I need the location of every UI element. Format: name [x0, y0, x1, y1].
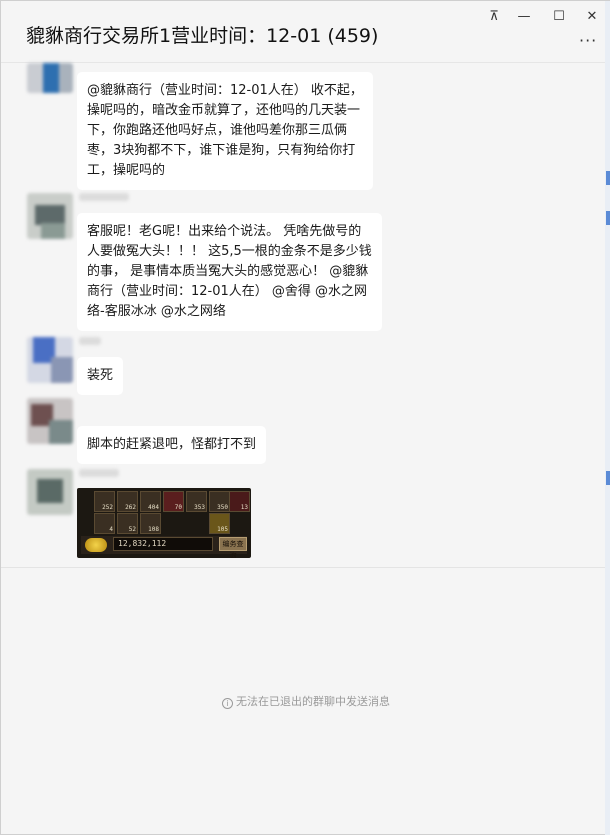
- message-text-line: 脚本的赶紧退吧，怪都打不到: [87, 437, 257, 452]
- sender-name: [79, 193, 129, 201]
- gold-query-button: 编务查询: [219, 537, 247, 558]
- more-options-icon[interactable]: ···: [579, 31, 597, 50]
- sender-name: [79, 337, 101, 345]
- message-text-line: 商行（营业时间：12-01人在） @舍得 @水之网: [87, 284, 368, 299]
- window-edge: [605, 1, 610, 835]
- message-text-line: 工，操呢吗的: [87, 163, 166, 178]
- message-text-line: 人要做冤大头！！！ 这5,5一根的金条不是多少钱: [87, 244, 372, 259]
- avatar[interactable]: [27, 469, 73, 515]
- inventory-slot: 350: [209, 491, 230, 512]
- title-bar: 貔貅商行交易所1营业时间：12-01 (459) ⊼ — ☐ ✕ ···: [1, 1, 609, 63]
- inventory-slot: 252: [94, 491, 115, 512]
- message-text-line: 络-客服冰冰 @水之网络: [87, 304, 226, 319]
- gold-coin-icon: [85, 538, 107, 552]
- close-button[interactable]: ✕: [575, 5, 609, 27]
- exited-group-notice: i 无法在已退出的群聊中发送消息: [1, 693, 610, 709]
- message-text-line: 的事， 是事情本质当冤大头的感觉恶心！ @貔貅: [87, 264, 369, 279]
- message-text-line: 装死: [87, 368, 114, 383]
- info-icon: i: [222, 698, 233, 709]
- chat-title: 貔貅商行交易所1营业时间：12-01 (459): [26, 25, 379, 47]
- inventory-slot: 108: [140, 513, 161, 534]
- gold-amount: 12,832,112: [113, 537, 213, 551]
- inventory-slot: 404: [140, 491, 161, 512]
- maximize-button[interactable]: ☐: [542, 5, 576, 27]
- message-text-line: 枣，3块狗都不下，谁下谁是狗，只有狗给你打: [87, 143, 356, 158]
- avatar[interactable]: [27, 193, 73, 239]
- message-text-line: 下，你跑路还他吗好点，谁他吗差你那三瓜俩: [87, 123, 348, 138]
- message-text-line: 操呢吗的，暗改金币就算了，还他吗的几天装一: [87, 103, 361, 118]
- input-divider: [1, 567, 605, 568]
- shared-image[interactable]: 252 262 404 70 353 350 13 4 52 108 105 1…: [77, 488, 251, 558]
- chat-window: 貔貅商行交易所1营业时间：12-01 (459) ⊼ — ☐ ✕ ··· @貔貅…: [0, 0, 610, 835]
- message-text-line: 客服呢！老G呢！出来给个说法。 凭啥先做号的: [87, 224, 362, 239]
- inventory-slot: 105: [209, 513, 230, 534]
- message-bubble[interactable]: 脚本的赶紧退吧，怪都打不到: [77, 426, 267, 464]
- minimize-button[interactable]: —: [507, 5, 541, 27]
- inventory-slot: 353: [186, 491, 207, 512]
- message-text-line: @貔貅商行（营业时间：12-01人在） 收不起，: [87, 83, 363, 98]
- message-bubble[interactable]: 客服呢！老G呢！出来给个说法。 凭啥先做号的 人要做冤大头！！！ 这5,5一根的…: [77, 213, 382, 331]
- inventory-slot: 13: [229, 491, 250, 512]
- avatar[interactable]: [27, 63, 73, 93]
- inventory-slot: 70: [163, 491, 184, 512]
- sender-name: [79, 469, 119, 477]
- gold-bar: 12,832,112 编务查询: [81, 536, 247, 558]
- message-list[interactable]: @貔貅商行（营业时间：12-01人在） 收不起， 操呢吗的，暗改金币就算了，还他…: [1, 63, 605, 568]
- inventory-slot: 4: [94, 513, 115, 534]
- avatar[interactable]: [27, 337, 73, 383]
- pin-icon[interactable]: ⊼: [477, 5, 511, 27]
- message-bubble[interactable]: @貔貅商行（营业时间：12-01人在） 收不起， 操呢吗的，暗改金币就算了，还他…: [77, 72, 373, 190]
- inventory-slot: 52: [117, 513, 138, 534]
- inventory-slot: 262: [117, 491, 138, 512]
- notice-text: 无法在已退出的群聊中发送消息: [236, 695, 390, 708]
- message-bubble[interactable]: 装死: [77, 357, 124, 395]
- avatar[interactable]: [27, 398, 73, 444]
